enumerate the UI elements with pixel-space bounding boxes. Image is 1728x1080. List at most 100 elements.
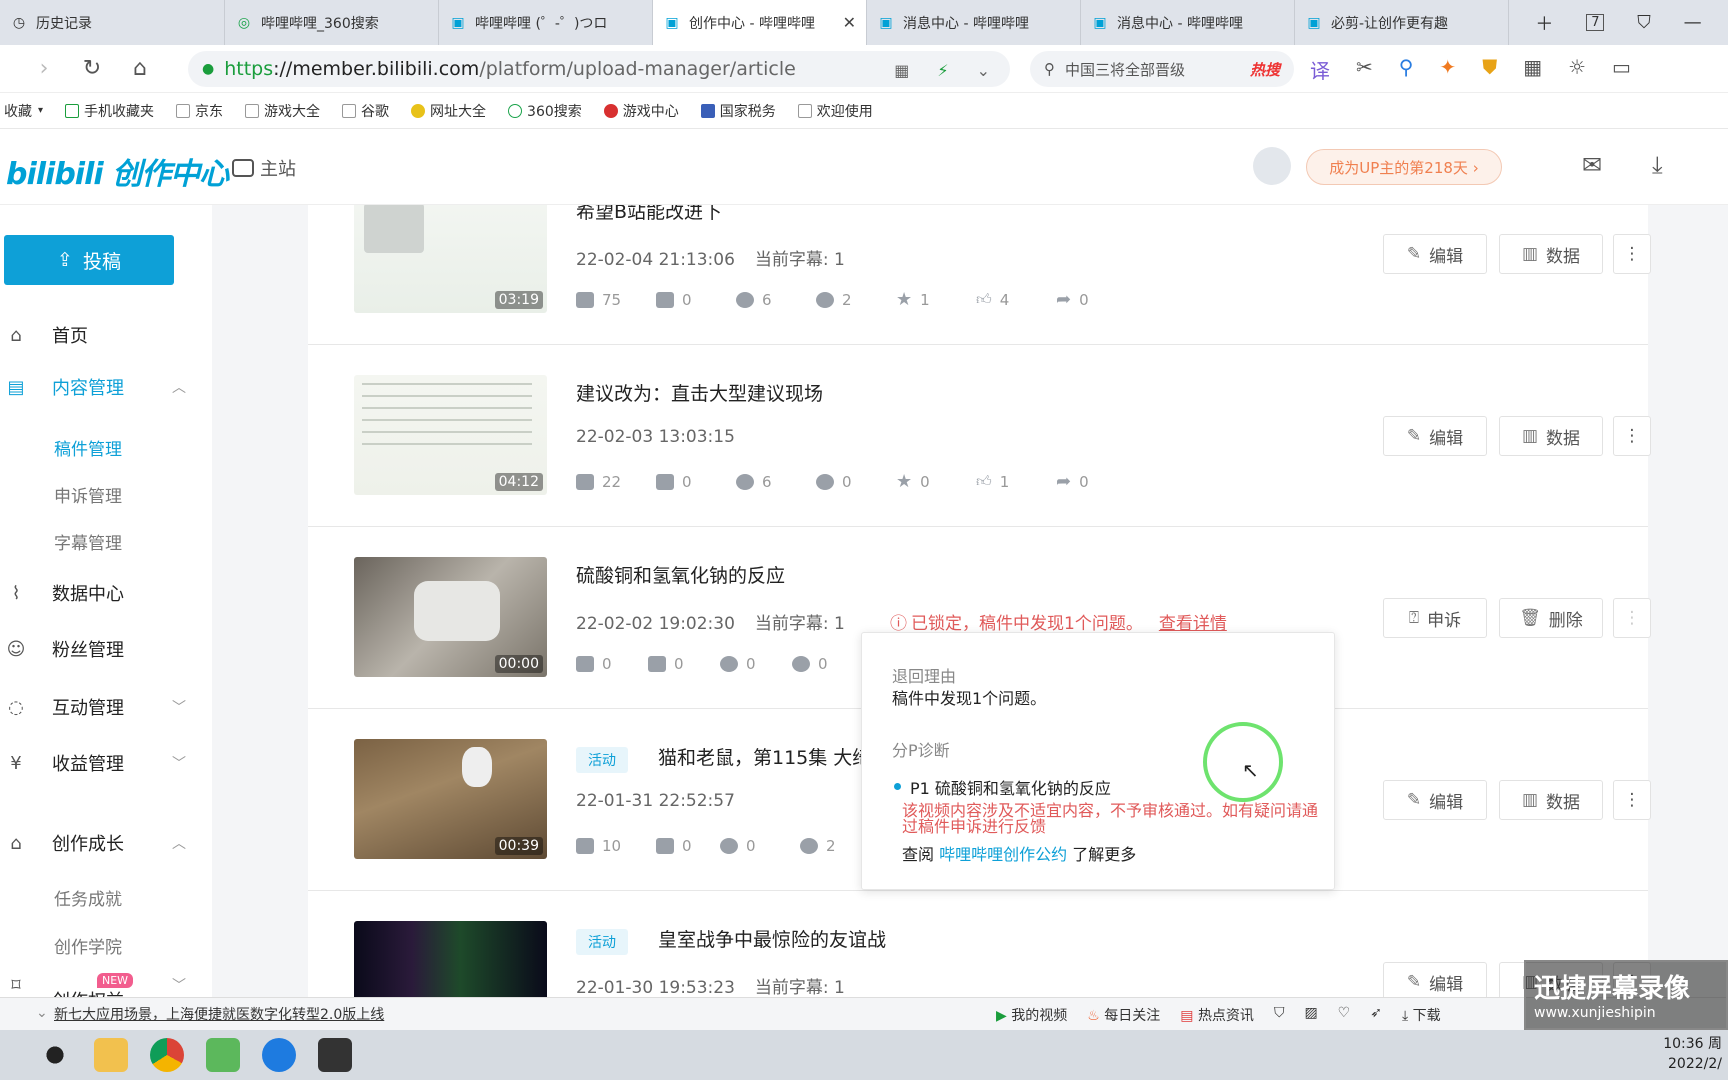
more-button[interactable]: ⋮ (1613, 234, 1651, 274)
bookmark-item[interactable]: 游戏中心 (603, 101, 679, 121)
up-days-badge[interactable]: 成为UP主的第218天 › (1306, 149, 1502, 185)
edit-button[interactable]: ✎ 编辑 (1383, 416, 1487, 456)
data-button[interactable]: ▥数据 (1499, 234, 1603, 274)
more-button[interactable]: ⋮ (1613, 598, 1651, 638)
sidebar-item-content[interactable]: ▤ 内容管理 ︿ (0, 367, 212, 407)
browser-tab[interactable]: ◎ 哔哩哔哩_360搜索 (225, 0, 439, 45)
avatar[interactable] (1253, 147, 1291, 185)
tab-count[interactable]: 7 (1586, 14, 1605, 31)
shirt-icon[interactable]: ⛉ (1637, 12, 1651, 33)
more-button[interactable]: ⋮ (1613, 780, 1651, 820)
bookmark-item[interactable]: 欢迎使用 (797, 101, 873, 121)
bookmark-item[interactable]: 京东 (176, 101, 223, 121)
k-app-icon[interactable] (262, 1038, 296, 1072)
data-button[interactable]: ▥数据 (1499, 416, 1603, 456)
edit-button[interactable]: ✎ 编辑 (1383, 962, 1487, 997)
sidebar-item-subtitle[interactable]: 字幕管理 (54, 529, 122, 554)
download-link[interactable]: ⤓ 下载 (1402, 1005, 1441, 1025)
hot-news-link[interactable]: ▤ 热点资讯 (1180, 1005, 1254, 1025)
search-input[interactable]: ⚲ 中国三将全部晋级 热搜 (1030, 51, 1294, 87)
sidebar-item-appeal[interactable]: 申诉管理 (54, 482, 122, 507)
reload-icon[interactable]: ↻ (68, 56, 116, 81)
daily-follow-link[interactable]: ♨ 每日关注 (1087, 1005, 1160, 1025)
video-title[interactable]: 建议改为：直击大型建议现场 (576, 379, 823, 406)
brightness-icon[interactable]: ☼ (1568, 55, 1586, 84)
browser-tab-active[interactable]: ▣ 创作中心 - 哔哩哔哩 ✕ (653, 0, 867, 45)
system-clock[interactable]: 10:36 周 2022/2/ (1663, 1034, 1722, 1074)
rocket-icon[interactable]: ➶ (1370, 1005, 1382, 1025)
comment-icon (720, 837, 738, 854)
hot-search-label[interactable]: 热搜 (1250, 59, 1280, 80)
bookmark-item[interactable]: 网址大全 (411, 101, 486, 121)
browser-tab[interactable]: ▣ 消息中心 - 哔哩哔哩 (867, 0, 1081, 45)
image-icon[interactable]: ▨ (1304, 1005, 1317, 1025)
site-header: bilibili 创作中心 主站 成为UP主的第218天 › ✉ ⤓ (0, 129, 1728, 205)
shield-icon[interactable]: ⛊ (1482, 55, 1497, 84)
lightning-icon[interactable]: ⚡ (937, 61, 948, 80)
ie-browser-icon[interactable] (206, 1038, 240, 1072)
bookmark-item[interactable]: 游戏大全 (245, 101, 320, 121)
new-tab-icon[interactable]: ＋ (1535, 10, 1553, 36)
bookmark-item[interactable]: 谷歌 (342, 101, 389, 121)
magnifier-icon[interactable]: ⚲ (1399, 55, 1414, 84)
data-button[interactable]: ▥数据 (1499, 780, 1603, 820)
shield-status-icon[interactable]: ⛉ (1274, 1005, 1285, 1025)
video-thumbnail[interactable]: 00:00 (354, 557, 547, 677)
appeal-button[interactable]: ⍰ 申诉 (1383, 598, 1487, 638)
video-thumbnail[interactable]: 04:12 (354, 375, 547, 495)
video-thumbnail[interactable]: 00:39 (354, 739, 547, 859)
translate-icon[interactable]: 译 (1310, 55, 1330, 84)
qr-icon[interactable]: ▦ (894, 61, 909, 80)
chrome-icon[interactable] (150, 1038, 184, 1072)
game-icon[interactable]: ✦ (1439, 55, 1456, 84)
chevron-down-icon[interactable]: ⌄ (977, 61, 990, 80)
bookmark-item[interactable]: 国家税务 (700, 101, 776, 121)
sidebar-item-data[interactable]: ⌇ 数据中心 (0, 573, 212, 613)
bookmark-item[interactable]: 手机收藏夹 (65, 101, 154, 121)
my-video-link[interactable]: ▶ 我的视频 (996, 1005, 1067, 1025)
recorder-app-icon[interactable] (318, 1038, 352, 1072)
creator-convention-link[interactable]: 哔哩哔哩创作公约 (939, 845, 1067, 864)
video-thumbnail[interactable] (354, 921, 547, 997)
sidebar-item-fans[interactable]: ☺ 粉丝管理 (0, 629, 212, 669)
video-title[interactable]: 希望B站能改进下 (576, 205, 722, 224)
sidebar-item-interaction[interactable]: ◌ 互动管理 ﹀ (0, 687, 212, 727)
video-title[interactable]: 猫和老鼠，第115集 大绮 (658, 743, 871, 770)
view-details-link[interactable]: 查看详情 (1159, 614, 1227, 634)
sidebar-item-home[interactable]: ⌂ 首页 (0, 315, 212, 355)
grid-icon[interactable]: ▦ (1523, 55, 1542, 84)
browser-tab[interactable]: ▣ 必剪-让创作更有趣 (1295, 0, 1509, 45)
download-icon[interactable]: ⤓ (1652, 151, 1663, 179)
browser-tab[interactable]: ▣ 消息中心 - 哔哩哔哩 (1081, 0, 1295, 45)
news-ticker-link[interactable]: 新七大应用场景，上海便捷就医数字化转型2.0版上线 (54, 1004, 384, 1024)
heart-monitor-icon[interactable]: ♡ (1338, 1005, 1351, 1025)
sidebar-item-manuscript[interactable]: 稿件管理 (54, 435, 122, 460)
bookmark-item[interactable]: 360搜索 (508, 101, 582, 121)
video-title[interactable]: 皇室战争中最惊险的友谊战 (658, 925, 886, 952)
logo[interactable]: bilibili 创作中心 (6, 149, 229, 193)
browser-tab[interactable]: ◷ 历史记录 (0, 0, 225, 45)
mail-icon[interactable]: ✉ (1582, 151, 1602, 179)
start-icon[interactable] (38, 1038, 72, 1072)
url-input[interactable]: ● https://member.bilibili.com/platform/u… (188, 51, 1010, 87)
main-site-link[interactable]: 主站 (232, 155, 296, 181)
more-button[interactable]: ⋮ (1613, 416, 1651, 456)
home-icon[interactable]: ⌂ (116, 56, 164, 81)
minimize-icon[interactable]: — (1684, 12, 1702, 33)
sidebar-item-income[interactable]: ¥ 收益管理 ﹀ (0, 743, 212, 783)
scissors-icon[interactable]: ✂ (1356, 55, 1373, 84)
submit-button[interactable]: ⇪ 投稿 (4, 235, 174, 285)
folder-icon[interactable] (94, 1038, 128, 1072)
bookmark-item[interactable]: 收藏 ▾ (4, 101, 43, 121)
edit-button[interactable]: ✎ 编辑 (1383, 780, 1487, 820)
browser-tab[interactable]: ▣ 哔哩哔哩 (゜-゜)つロ (439, 0, 653, 45)
edit-button[interactable]: ✎ 编辑 (1383, 234, 1487, 274)
sidebar-item-tasks[interactable]: 任务成就 (54, 885, 122, 910)
sidebar-item-growth[interactable]: ⌂ 创作成长 ︿ (0, 823, 212, 863)
video-thumbnail[interactable]: 03:19 (354, 205, 547, 313)
sidebar-item-academy[interactable]: 创作学院 (54, 933, 122, 958)
video-title[interactable]: 硫酸铜和氢氧化钠的反应 (576, 561, 785, 588)
forward-icon[interactable]: › (20, 56, 68, 81)
close-tab-icon[interactable]: ✕ (843, 13, 856, 32)
delete-button[interactable]: 🗑︎ 删除 (1499, 598, 1603, 638)
